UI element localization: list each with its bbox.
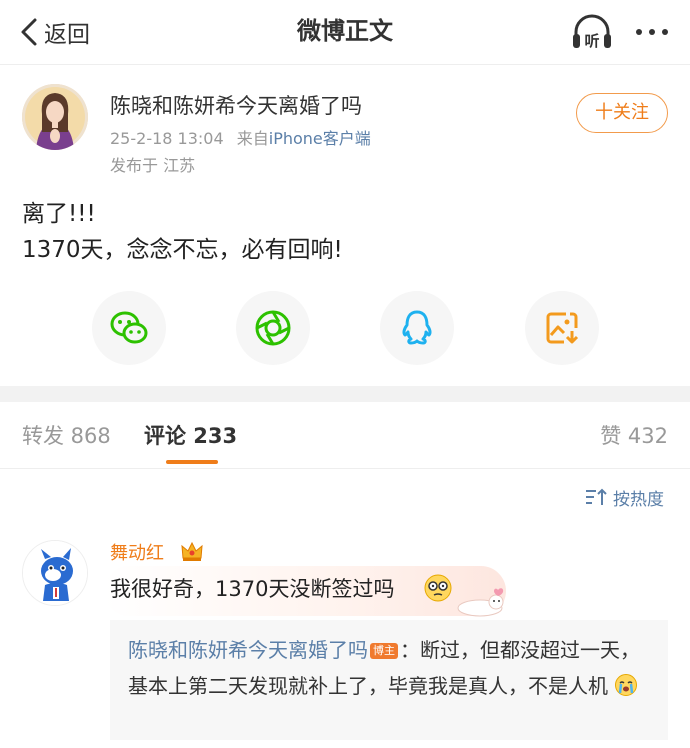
follow-button[interactable]: 十关注	[576, 93, 668, 133]
avatar-image	[22, 84, 88, 150]
post-source-prefix: 来自	[236, 129, 269, 148]
commenter-name[interactable]: 舞动红	[110, 541, 164, 567]
section-separator	[0, 386, 690, 402]
comment-text: 我很好奇，1370天没断签过吗	[110, 577, 395, 601]
more-dot-icon	[662, 29, 668, 35]
commenter-avatar[interactable]	[22, 540, 88, 606]
moments-icon	[255, 310, 291, 346]
share-qq-button[interactable]	[380, 291, 454, 365]
sort-button[interactable]: 按热度	[585, 484, 664, 510]
tab-like[interactable]: 赞 432	[600, 420, 668, 452]
save-image-button[interactable]	[525, 291, 599, 365]
qq-icon	[402, 310, 432, 345]
crown-icon	[181, 541, 203, 561]
post-text-line: 离了!!!	[22, 201, 96, 227]
tabs-divider	[0, 468, 690, 469]
post-location: 发布于 江苏	[110, 156, 196, 175]
crying-face-emoji-icon	[615, 674, 638, 696]
post-meta: 25-2-18 13:04 来自iPhone客户端	[110, 128, 371, 150]
blogger-reply: 陈晓和陈妍希今天离婚了吗 博主 ：断过，但都没超过一天，基本上第二天发现就补上了，毕…	[128, 632, 658, 704]
share-moments-button[interactable]	[236, 291, 310, 365]
post-text-line: 1370天，念念不忘，必有回响!	[22, 237, 343, 263]
share-wechat-button[interactable]	[92, 291, 166, 365]
listen-button[interactable]: 听	[570, 12, 614, 52]
active-tab-indicator	[166, 460, 218, 464]
wechat-icon	[110, 311, 148, 344]
reply-author[interactable]: 陈晓和陈妍希今天离婚了吗	[128, 638, 368, 662]
tab-comment[interactable]: 评论 233	[144, 420, 237, 452]
avatar-image	[23, 541, 87, 605]
blogger-badge: 博主	[370, 643, 398, 659]
more-options-button[interactable]	[632, 16, 672, 46]
header-divider	[0, 64, 690, 65]
post-source[interactable]: iPhone客户端	[269, 129, 371, 148]
save-image-icon	[546, 312, 579, 344]
tab-repost[interactable]: 转发 868	[22, 420, 111, 452]
more-dot-icon	[636, 29, 642, 35]
listen-label: 听	[584, 32, 599, 50]
post-author-name[interactable]: 陈晓和陈妍希今天离婚了吗	[110, 92, 362, 120]
sort-icon	[586, 488, 607, 505]
post-time: 25-2-18 13:04	[110, 129, 224, 148]
sort-label: 按热度	[613, 489, 664, 510]
more-dot-icon	[649, 29, 655, 35]
post-content: 离了!!! 1370天，念念不忘，必有回响!	[22, 196, 343, 268]
thinking-face-emoji-icon	[424, 574, 452, 602]
bubble-decoration-icon	[457, 588, 504, 617]
top-bar: 返回 微博正文 听	[0, 0, 690, 64]
headphones-icon: 听	[573, 14, 611, 50]
post-author-avatar[interactable]	[22, 84, 88, 150]
